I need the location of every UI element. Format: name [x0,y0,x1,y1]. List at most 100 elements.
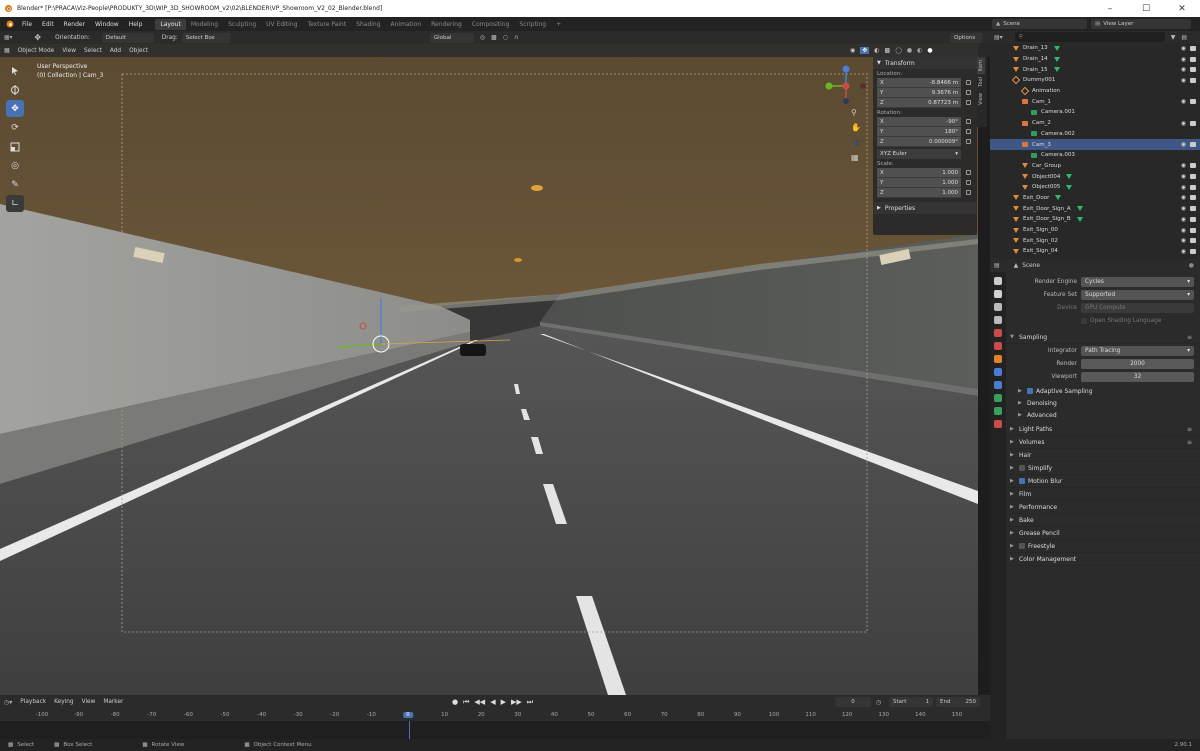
menu-render[interactable]: Render [59,21,90,28]
render-camera-icon[interactable] [1190,174,1196,180]
camera-view-icon[interactable]: 🎥 [851,138,861,147]
panel-checkbox[interactable] [1019,478,1025,484]
render-camera-icon[interactable] [1190,195,1196,201]
tab-compositing[interactable]: Compositing [467,19,515,30]
view-layer-selector[interactable]: ▤ View Layer [1091,19,1191,29]
pan-hand-icon[interactable]: ✋ [851,123,861,132]
feature-set-dropdown[interactable]: Supported ▾ [1081,289,1194,300]
lock-icon[interactable] [966,129,971,134]
transform-panel-header[interactable]: ▼ Transform [873,57,977,69]
properties-editor-icon[interactable]: ▤ [990,262,1004,269]
play-reverse-icon[interactable]: ◀ [490,698,495,706]
zoom-icon[interactable]: ⚲ [851,108,861,117]
transform-tool-icon[interactable]: ✥ [34,33,41,42]
subsection-adaptive-sampling[interactable]: ▶ Adaptive Sampling [1006,385,1200,397]
outliner-row[interactable]: Object004 ◉ [990,171,1200,182]
move-tool-icon[interactable]: ✥ [6,100,24,117]
scale-x-field[interactable]: X 1.000 [877,168,971,178]
panel-checkbox[interactable] [1019,465,1025,471]
start-frame-field[interactable]: Start 1 [889,697,933,707]
outliner-row[interactable]: Exit_Door_Sign_A ◉ [990,203,1200,214]
list-icon[interactable]: ≡ [1187,439,1192,446]
editor-type-icon[interactable]: ▦▾ [0,35,16,41]
xray-icon[interactable]: ▩ [885,47,891,54]
sampling-panel-header[interactable]: ▼ Sampling ≡ [1006,331,1200,344]
eye-icon[interactable]: ◉ [1181,216,1186,223]
outliner-row[interactable]: Camera.001 [990,107,1200,118]
menu-window[interactable]: Window [90,21,124,28]
panel-grease-pencil[interactable]: ▶ Grease Pencil [1006,527,1200,540]
tab-texture-paint[interactable]: Texture Paint [302,19,351,30]
tab-scripting[interactable]: Scripting [514,19,551,30]
render-camera-icon[interactable] [1190,77,1196,83]
output-tab-icon[interactable] [994,303,1002,311]
drag-dropdown[interactable]: Select Box [181,32,230,43]
lock-icon[interactable] [966,190,971,195]
location-z-field[interactable]: Z 0.87723 m [877,98,971,108]
panel-light-paths[interactable]: ▶ Light Paths ≡ [1006,423,1200,436]
device-dropdown[interactable]: GPU Compute [1081,302,1194,313]
object-tab-icon[interactable] [994,355,1002,363]
grid-toggle-icon[interactable]: ▦ [851,153,861,162]
render-camera-icon[interactable] [1190,227,1196,233]
outliner-search-input[interactable]: ⚲ [1014,32,1165,42]
falloff-icon[interactable]: ∩ [514,34,518,41]
view-layer-tab-icon[interactable] [994,316,1002,324]
modifier-tab-icon[interactable] [994,368,1002,376]
tab-uv-editing[interactable]: UV Editing [261,19,302,30]
lock-icon[interactable] [966,80,971,85]
menu-edit[interactable]: Edit [37,21,59,28]
eye-icon[interactable]: ◉ [1181,237,1186,244]
gizmo-z-icon[interactable] [842,65,850,73]
eye-icon[interactable]: ◉ [1181,184,1186,191]
menu-file[interactable]: File [17,21,37,28]
jump-start-icon[interactable]: ⏮ [463,698,469,707]
texture-tab-icon[interactable] [994,420,1002,428]
render-tab-icon[interactable] [994,290,1002,298]
render-camera-icon[interactable] [1190,206,1196,212]
outliner-row[interactable]: Object005 ◉ [990,182,1200,193]
eye-icon[interactable]: ◉ [1181,45,1186,52]
next-keyframe-icon[interactable]: ▶▶ [511,698,522,706]
shading-material-icon[interactable]: ◐ [917,47,922,54]
cursor-tool-icon[interactable] [6,81,24,98]
menu-keying[interactable]: Keying [50,699,77,705]
menu-object[interactable]: Object [125,48,152,54]
eye-icon[interactable]: ◉ [1181,162,1186,169]
eye-icon[interactable]: ◉ [1181,77,1186,84]
menu-marker[interactable]: Marker [99,699,127,705]
render-camera-icon[interactable] [1190,248,1196,254]
render-camera-icon[interactable] [1190,142,1196,148]
outliner-row[interactable]: Dummy001 ◉ [990,75,1200,86]
subsection-checkbox[interactable] [1027,388,1033,394]
timeline-ruler[interactable]: -100 -90 -80 -70 -60 -50 -40 -30 -20 -10 0 10 20 30 40… [0,709,990,721]
tab-sculpting[interactable]: Sculpting [223,19,261,30]
tab-item[interactable]: Item [977,57,985,75]
subsection-denoising[interactable]: ▶ Denoising [1006,397,1200,409]
orientation-dropdown[interactable]: Default [101,32,154,43]
shading-solid-icon[interactable]: ● [907,47,912,54]
add-workspace-button[interactable]: + [551,19,566,30]
render-samples-field[interactable]: 2000 [1081,358,1194,369]
timeline-body[interactable] [0,721,990,739]
tab-tool[interactable]: Tool [977,74,985,90]
3d-viewport[interactable]: User Perspective (0) Collection | Cam_3 … [0,44,978,695]
render-camera-icon[interactable] [1190,163,1196,169]
visibility-icon[interactable]: ◉ [850,47,855,54]
pivot-icon[interactable]: ◎ [480,34,485,41]
render-camera-icon[interactable] [1190,238,1196,244]
render-engine-dropdown[interactable]: Cycles ▾ [1081,276,1194,287]
gizmo-y-icon[interactable] [825,82,833,90]
eye-icon[interactable]: ◉ [1181,98,1186,105]
viewport-samples-field[interactable]: 32 [1081,371,1194,382]
gizmo-x-icon[interactable] [842,82,850,90]
lock-icon[interactable] [966,90,971,95]
panel-simplify[interactable]: ▶ Simplify [1006,462,1200,475]
object-mode-dropdown[interactable]: Object Mode [14,48,59,54]
outliner-row[interactable]: Drain_14 ◉ [990,54,1200,65]
outliner-row[interactable]: Camera.002 [990,129,1200,140]
proportional-edit-icon[interactable]: ○ [503,34,508,41]
eye-icon[interactable]: ◉ [1181,56,1186,63]
rotation-z-field[interactable]: Z 0.000009° [877,137,971,147]
outliner-row[interactable]: Exit_Sign_04 ◉ [990,246,1200,257]
